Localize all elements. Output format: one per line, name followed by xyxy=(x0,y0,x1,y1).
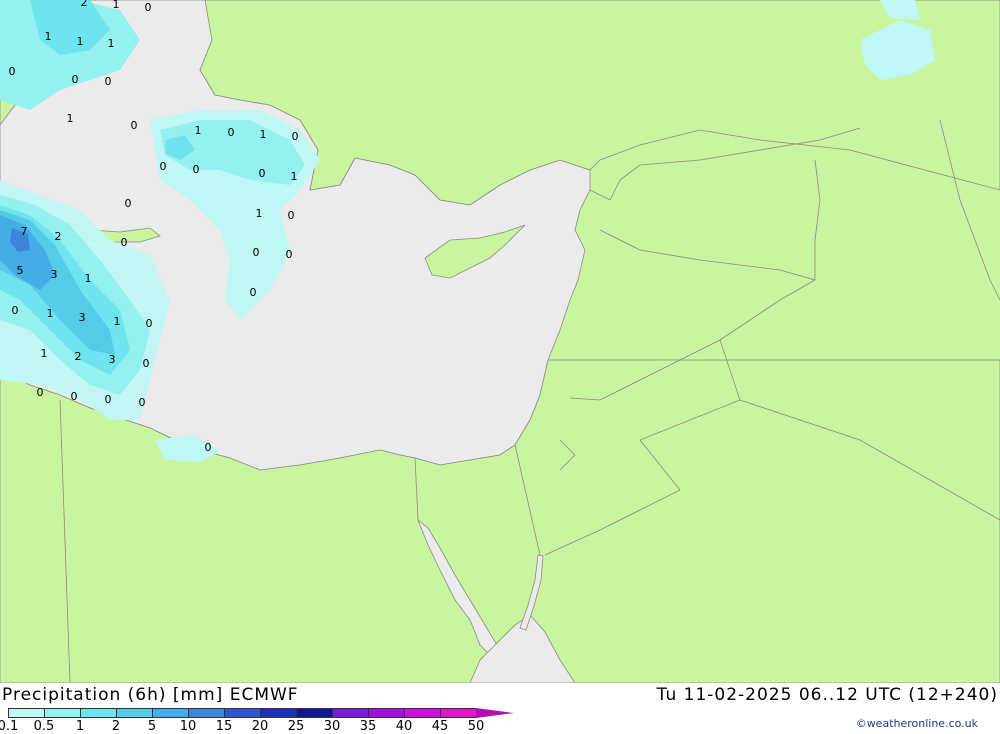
point-value: 1 xyxy=(85,272,92,285)
legend-label: 5 xyxy=(147,719,157,734)
legend-label: 50 xyxy=(467,719,485,734)
legend-swatch xyxy=(116,708,152,718)
point-value: 0 xyxy=(160,160,167,173)
point-value: 2 xyxy=(81,0,88,9)
point-value: 5 xyxy=(17,264,24,277)
point-value: 0 xyxy=(105,75,112,88)
legend-label: 40 xyxy=(395,719,413,734)
point-value: 1 xyxy=(41,347,48,360)
legend-label: 15 xyxy=(215,719,233,734)
legend-swatch xyxy=(404,708,440,718)
point-value: 0 xyxy=(292,130,299,143)
legend-swatch xyxy=(8,708,44,718)
map-footer: Precipitation (6h) [mm] ECMWF Tu 11-02-2… xyxy=(0,683,1000,734)
legend-label: 0.1 xyxy=(0,719,19,734)
legend-label: 0.5 xyxy=(33,719,55,734)
forecast-time: Tu 11-02-2025 06..12 UTC (12+240) xyxy=(656,685,998,705)
point-value: 1 xyxy=(108,37,115,50)
point-value: 0 xyxy=(288,209,295,222)
point-value: 3 xyxy=(51,268,58,281)
point-value: 0 xyxy=(71,390,78,403)
legend-label: 25 xyxy=(287,719,305,734)
point-value: 0 xyxy=(72,73,79,86)
point-value: 0 xyxy=(146,317,153,330)
legend-label: 20 xyxy=(251,719,269,734)
color-scale-labels: 0.1 0.5 1 2 5 10 15 20 25 30 35 40 45 50 xyxy=(0,719,560,734)
point-value: 0 xyxy=(37,386,44,399)
point-value: 0 xyxy=(12,304,19,317)
point-value: 0 xyxy=(105,393,112,406)
point-value: 2 xyxy=(55,230,62,243)
credit-link[interactable]: ©weatheronline.co.uk xyxy=(856,717,978,730)
point-value: 3 xyxy=(109,353,116,366)
point-value: 7 xyxy=(21,225,28,238)
point-value: 1 xyxy=(77,35,84,48)
legend-swatch xyxy=(260,708,296,718)
point-value: 1 xyxy=(67,112,74,125)
legend-label: 30 xyxy=(323,719,341,734)
legend-swatch xyxy=(296,708,332,718)
point-value: 1 xyxy=(114,315,121,328)
point-value: 0 xyxy=(121,236,128,249)
legend-label: 10 xyxy=(179,719,197,734)
color-scale xyxy=(8,708,514,718)
point-value: 0 xyxy=(250,286,257,299)
point-value: 0 xyxy=(253,246,260,259)
legend-label: 45 xyxy=(431,719,449,734)
point-value: 0 xyxy=(139,396,146,409)
legend-label: 2 xyxy=(111,719,121,734)
point-value: 1 xyxy=(195,124,202,137)
point-value: 1 xyxy=(45,30,52,43)
legend-swatch xyxy=(440,708,476,718)
point-value: 1 xyxy=(291,170,298,183)
point-value: 0 xyxy=(259,167,266,180)
point-value: 0 xyxy=(228,126,235,139)
point-value: 0 xyxy=(143,357,150,370)
point-value: 0 xyxy=(193,163,200,176)
point-value: 1 xyxy=(260,128,267,141)
point-value: 3 xyxy=(79,311,86,324)
point-value: 0 xyxy=(145,1,152,14)
precipitation-map: 2 1 0 1 1 1 0 0 0 1 0 1 0 1 0 0 0 0 1 0 1 0 0 0 7 2 0 5 3 1 0 1 3 1 0 1 2 3 0 0… xyxy=(0,0,1000,683)
legend-swatch xyxy=(188,708,224,718)
point-value: 1 xyxy=(47,307,54,320)
point-value: 0 xyxy=(125,197,132,210)
point-value: 2 xyxy=(75,350,82,363)
point-value: 0 xyxy=(286,248,293,261)
legend-swatch xyxy=(332,708,368,718)
point-value: 0 xyxy=(205,441,212,454)
point-value: 1 xyxy=(256,207,263,220)
legend-swatch xyxy=(224,708,260,718)
legend-swatch xyxy=(152,708,188,718)
legend-swatch xyxy=(44,708,80,718)
point-value: 1 xyxy=(113,0,120,11)
point-value: 0 xyxy=(9,65,16,78)
map-title: Precipitation (6h) [mm] ECMWF xyxy=(2,685,299,705)
legend-swatch xyxy=(80,708,116,718)
legend-label: 1 xyxy=(75,719,85,734)
legend-swatch xyxy=(368,708,404,718)
legend-arrow xyxy=(476,708,514,718)
legend-label: 35 xyxy=(359,719,377,734)
point-value: 0 xyxy=(131,119,138,132)
